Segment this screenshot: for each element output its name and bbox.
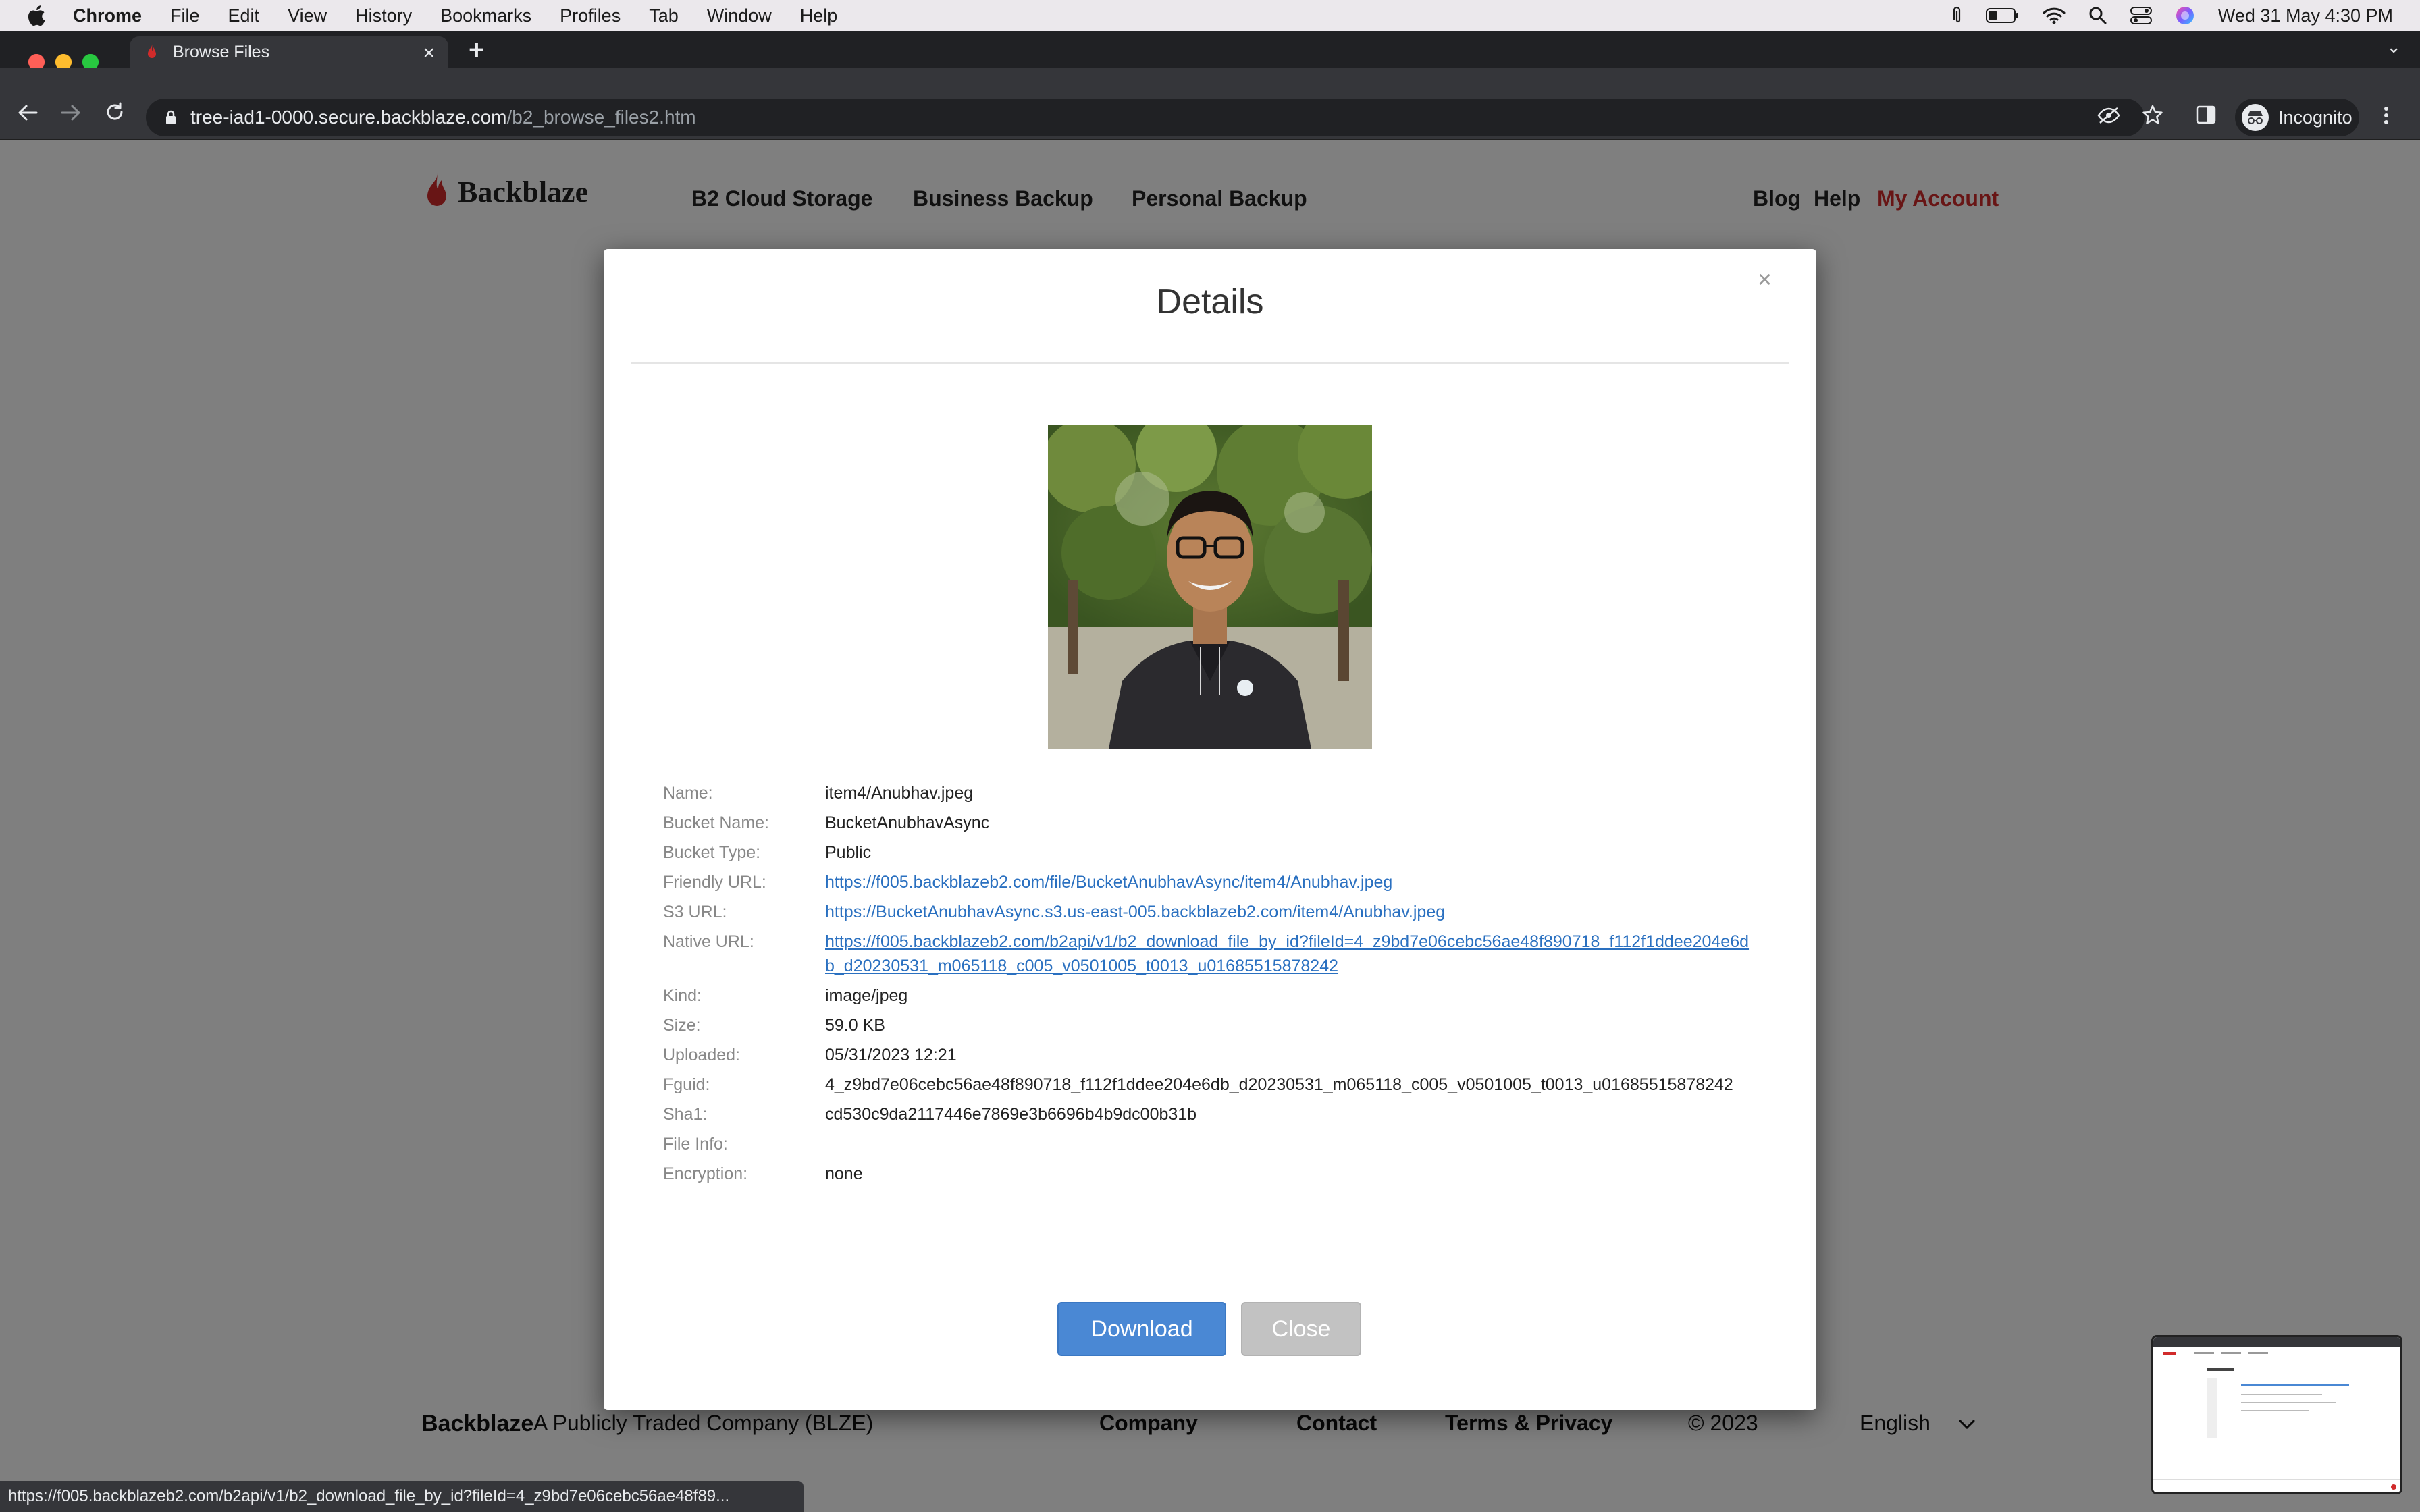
- backblaze-favicon-icon: [148, 44, 156, 58]
- detail-row-fguid: Fguid: 4_z9bd7e06cebc56ae48f890718_f112f…: [663, 1073, 1757, 1097]
- detail-label: Size:: [663, 1016, 701, 1035]
- tab-title: Browse Files: [173, 42, 270, 61]
- detail-label: Native URL:: [663, 932, 754, 951]
- close-button[interactable]: Close: [1241, 1302, 1361, 1356]
- macos-menubar: Chrome File Edit View History Bookmarks …: [0, 0, 2420, 31]
- detail-row-file-info: File Info:: [663, 1132, 1757, 1156]
- clock[interactable]: Wed 31 May 4:30 PM: [2218, 5, 2393, 26]
- details-modal: × Details Name: item4/Anubhav.jpeg Bucke…: [604, 249, 1816, 1410]
- search-icon[interactable]: [2088, 6, 2107, 25]
- address-bar[interactable]: tree-iad1-0000.secure.backblaze.com/b2_b…: [146, 99, 2145, 136]
- detail-row-s3-url: S3 URL: https://BucketAnubhavAsync.s3.us…: [663, 900, 1757, 924]
- detail-value-file-info: [825, 1132, 1757, 1156]
- incognito-label: Incognito: [2278, 107, 2352, 128]
- incognito-profile-button[interactable]: Incognito: [2235, 99, 2359, 136]
- file-details-list: Name: item4/Anubhav.jpeg Bucket Name: Bu…: [663, 781, 1757, 1191]
- menu-view[interactable]: View: [288, 5, 327, 26]
- detail-label: Sha1:: [663, 1105, 708, 1124]
- detail-value-encryption: none: [825, 1164, 863, 1183]
- link-status-bar: https://f005.backblazeb2.com/b2api/v1/b2…: [0, 1481, 804, 1512]
- url-path: /b2_browse_files2.htm: [506, 107, 696, 128]
- detail-row-uploaded: Uploaded: 05/31/2023 12:21: [663, 1043, 1757, 1067]
- s3-url-link[interactable]: https://BucketAnubhavAsync.s3.us-east-00…: [825, 900, 1757, 924]
- detail-label: S3 URL:: [663, 902, 727, 921]
- back-arrow-icon[interactable]: [16, 103, 39, 123]
- lock-icon[interactable]: [165, 109, 177, 126]
- screenshot-thumbnail[interactable]: [2151, 1335, 2402, 1494]
- detail-label: Name:: [663, 784, 713, 803]
- menu-edit[interactable]: Edit: [228, 5, 260, 26]
- detail-row-bucket-type: Bucket Type: Public: [663, 840, 1757, 865]
- eye-off-icon[interactable]: [2097, 107, 2120, 124]
- wifi-icon[interactable]: [2043, 7, 2066, 24]
- battery-icon[interactable]: [1985, 7, 2020, 24]
- tab-browse-files[interactable]: Browse Files ×: [130, 36, 448, 68]
- native-url-link[interactable]: https://f005.backblazeb2.com/b2api/v1/b2…: [825, 929, 1757, 978]
- detail-label: Encryption:: [663, 1164, 748, 1183]
- tab-search-chevron-icon[interactable]: ⌄: [2386, 36, 2401, 57]
- menu-tab[interactable]: Tab: [649, 5, 679, 26]
- paperclip-icon[interactable]: [1951, 5, 1963, 26]
- detail-value-name: item4/Anubhav.jpeg: [825, 784, 974, 803]
- forward-arrow-icon[interactable]: [59, 103, 82, 123]
- detail-row-sha1: Sha1: cd530c9da2117446e7869e3b6696b4b9dc…: [663, 1102, 1757, 1127]
- bookmark-star-icon[interactable]: [2142, 104, 2163, 126]
- new-tab-icon[interactable]: +: [469, 35, 484, 65]
- menu-profiles[interactable]: Profiles: [560, 5, 621, 26]
- detail-label: Bucket Name:: [663, 813, 770, 832]
- menu-help[interactable]: Help: [800, 5, 838, 26]
- menu-app-name[interactable]: Chrome: [73, 5, 142, 26]
- modal-divider: [631, 362, 1789, 364]
- detail-value-bucket-name: BucketAnubhavAsync: [825, 813, 990, 832]
- kebab-menu-icon[interactable]: [2382, 105, 2390, 126]
- url-host: tree-iad1-0000.secure.backblaze.com: [190, 107, 507, 128]
- download-button[interactable]: Download: [1057, 1302, 1226, 1356]
- detail-label: File Info:: [663, 1135, 728, 1154]
- detail-row-friendly-url: Friendly URL: https://f005.backblazeb2.c…: [663, 870, 1757, 894]
- detail-value-kind: image/jpeg: [825, 986, 908, 1005]
- detail-row-bucket-name: Bucket Name: BucketAnubhavAsync: [663, 811, 1757, 835]
- siri-icon[interactable]: [2175, 5, 2195, 26]
- modal-title: Details: [1156, 282, 1264, 321]
- detail-value-size: 59.0 KB: [825, 1016, 885, 1035]
- detail-value-sha1: cd530c9da2117446e7869e3b6696b4b9dc00b31b: [825, 1105, 1197, 1124]
- detail-value-fguid: 4_z9bd7e06cebc56ae48f890718_f112f1ddee20…: [825, 1075, 1733, 1094]
- detail-label: Kind:: [663, 986, 702, 1005]
- tab-row: Browse Files × + ⌄: [0, 31, 2420, 68]
- detail-label: Bucket Type:: [663, 843, 761, 862]
- menu-window[interactable]: Window: [707, 5, 772, 26]
- detail-value-bucket-type: Public: [825, 843, 872, 862]
- image-preview: [1048, 425, 1372, 749]
- detail-row-name: Name: item4/Anubhav.jpeg: [663, 781, 1757, 805]
- detail-row-encryption: Encryption: none: [663, 1162, 1757, 1186]
- incognito-icon: [2242, 104, 2269, 131]
- detail-value-uploaded: 05/31/2023 12:21: [825, 1046, 957, 1064]
- menu-bookmarks[interactable]: Bookmarks: [440, 5, 531, 26]
- friendly-url-link[interactable]: https://f005.backblazeb2.com/file/Bucket…: [825, 870, 1757, 894]
- detail-label: Fguid:: [663, 1075, 710, 1094]
- detail-row-size: Size: 59.0 KB: [663, 1013, 1757, 1037]
- menu-history[interactable]: History: [355, 5, 412, 26]
- detail-label: Uploaded:: [663, 1046, 740, 1064]
- tab-close-icon[interactable]: ×: [423, 42, 435, 65]
- photo-thumbnail: [1048, 425, 1372, 749]
- reload-icon[interactable]: [104, 101, 126, 123]
- apple-icon[interactable]: [26, 4, 46, 27]
- menu-file[interactable]: File: [170, 5, 200, 26]
- control-center-icon[interactable]: [2130, 6, 2152, 25]
- detail-label: Friendly URL:: [663, 873, 766, 892]
- detail-row-native-url: Native URL: https://f005.backblazeb2.com…: [663, 929, 1757, 978]
- side-panel-icon[interactable]: [2196, 105, 2216, 124]
- detail-row-kind: Kind: image/jpeg: [663, 983, 1757, 1008]
- thumbnail-preview-image: [2153, 1337, 2400, 1492]
- status-icons: Wed 31 May 4:30 PM: [1951, 0, 2393, 31]
